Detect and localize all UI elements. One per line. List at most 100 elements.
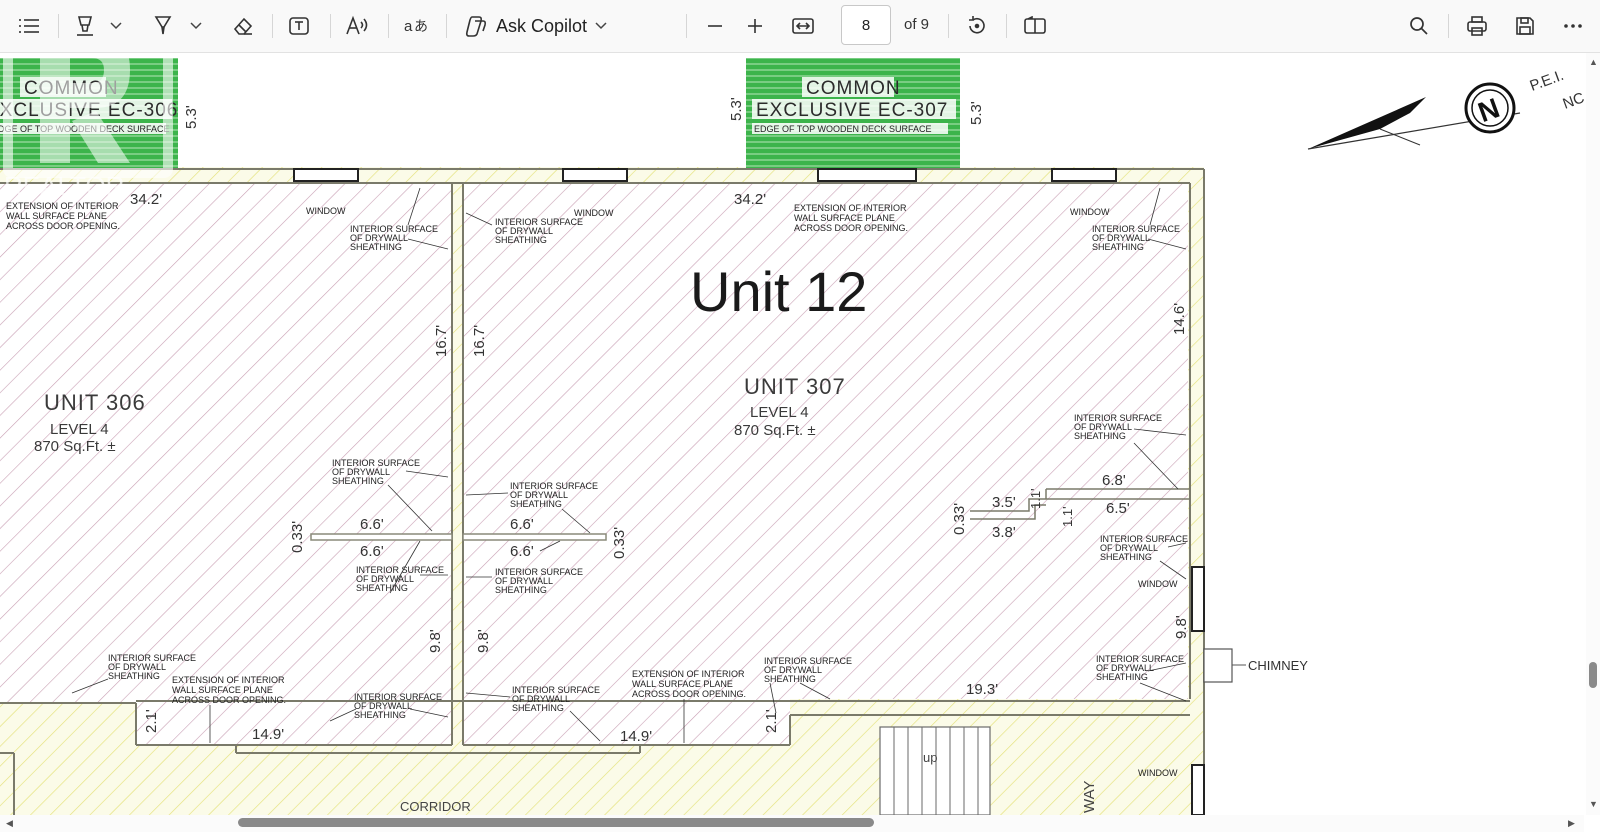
svg-text:EXTENSION OF INTERIOR: EXTENSION OF INTERIOR <box>794 203 907 213</box>
scroll-down-arrow-icon[interactable]: ▼ <box>1589 799 1598 809</box>
window-label-5: WINDOW <box>1138 768 1178 778</box>
svg-text:SHEATHING: SHEATHING <box>1074 431 1126 441</box>
window-label-4: WINDOW <box>1138 579 1178 589</box>
ask-copilot-button[interactable]: Ask Copilot <box>464 10 607 42</box>
svg-text:SHEATHING: SHEATHING <box>495 235 547 245</box>
left-common-label: COMMON <box>24 78 119 99</box>
unit-307-level: LEVEL 4 <box>750 404 809 421</box>
unit-307-label: UNIT 307 <box>744 374 846 399</box>
save-icon[interactable] <box>1510 10 1540 42</box>
partial-dimension-top: 15 <box>60 53 74 56</box>
translate-icon[interactable]: aあ <box>400 10 432 42</box>
dim-34-2-left: 34.2' <box>130 191 162 208</box>
chimney-label: CHIMNEY <box>1248 658 1308 673</box>
highlight-icon[interactable] <box>70 10 100 42</box>
dim-2-1-mid: 2.1' <box>763 709 780 733</box>
svg-text:ACROSS DOOR OPENING.: ACROSS DOOR OPENING. <box>632 689 746 699</box>
zoom-in-icon[interactable] <box>740 10 770 42</box>
callout-ext-wall-left: EXTENSION OF INTERIOR WALL SURFACE PLANE… <box>6 201 120 231</box>
pei-label: P.E.I. <box>1528 67 1566 95</box>
dim-0-33-right: 0.33' <box>951 503 968 535</box>
svg-text:SHEATHING: SHEATHING <box>332 476 384 486</box>
mid-common-label: COMMON <box>806 78 901 99</box>
copilot-icon <box>465 16 487 37</box>
svg-text:ACROSS DOOR OPENING.: ACROSS DOOR OPENING. <box>794 223 908 233</box>
svg-text:SHEATHING: SHEATHING <box>764 674 816 684</box>
dim-5-3-left: 5.3' <box>183 105 200 129</box>
horizontal-scroll-thumb[interactable] <box>238 818 874 827</box>
scroll-left-arrow-icon[interactable]: ◀ <box>6 818 13 829</box>
dim-14-9-right: 14.9' <box>620 728 652 745</box>
dim-5-3-mid-right: 5.3' <box>968 101 985 125</box>
text-box-icon[interactable] <box>284 10 314 42</box>
read-aloud-icon[interactable] <box>342 10 372 42</box>
dim-3-5: 3.5' <box>992 494 1016 511</box>
floor-plan: CHIMNEY up COMMON EXCLUSIVE EC-306 COMMO… <box>0 53 1584 815</box>
highlight-options-chevron-icon[interactable] <box>110 10 122 42</box>
svg-text:SHEATHING: SHEATHING <box>512 703 564 713</box>
svg-text:EXTENSION OF INTERIOR: EXTENSION OF INTERIOR <box>632 669 745 679</box>
svg-text:SHEATHING: SHEATHING <box>1096 672 1148 682</box>
svg-text:ACROSS DOOR OPENING.: ACROSS DOOR OPENING. <box>6 221 120 231</box>
svg-text:SHEATHING: SHEATHING <box>495 585 547 595</box>
north-arrow: N P.E.I. NC <box>1307 67 1584 150</box>
dim-9-8-b: 9.8' <box>475 629 492 653</box>
dim-0-33-left: 0.33' <box>289 521 306 553</box>
svg-text:WALL SURFACE PLANE: WALL SURFACE PLANE <box>172 685 273 695</box>
north-partial-label: NC <box>1561 89 1584 112</box>
dim-34-2-mid: 34.2' <box>734 191 766 208</box>
scroll-up-arrow-icon[interactable]: ▲ <box>1589 57 1598 67</box>
toolbar: aあ Ask Copilot of 9 <box>0 0 1600 53</box>
dim-16-7-right: 16.7' <box>471 325 488 357</box>
svg-text:SHEATHING: SHEATHING <box>356 583 408 593</box>
window-label-3: WINDOW <box>1070 207 1110 217</box>
scroll-right-arrow-icon[interactable]: ▶ <box>1568 818 1575 829</box>
page-view-icon[interactable] <box>1020 10 1050 42</box>
svg-text:SHEATHING: SHEATHING <box>510 499 562 509</box>
mid-deck-edge-label: EDGE OF TOP WOODEN DECK SURFACE <box>754 124 932 134</box>
erase-icon[interactable] <box>228 10 258 42</box>
dim-6-6-b: 6.6' <box>510 516 534 533</box>
svg-text:ACROSS DOOR OPENING.: ACROSS DOOR OPENING. <box>172 695 286 705</box>
callout-ext-wall-bottom-left: EXTENSION OF INTERIOR WALL SURFACE PLANE… <box>172 675 286 705</box>
dim-6-8: 6.8' <box>1102 472 1126 489</box>
draw-icon[interactable] <box>148 10 178 42</box>
dim-3-8: 3.8' <box>992 524 1016 541</box>
contents-icon[interactable] <box>14 10 44 42</box>
dim-6-5: 6.5' <box>1106 500 1130 517</box>
zoom-out-icon[interactable] <box>700 10 730 42</box>
copilot-chevron-down-icon <box>595 22 607 30</box>
dim-0-33-mid: 0.33' <box>611 527 628 559</box>
dim-16-7-left: 16.7' <box>433 325 450 357</box>
unit-title: Unit 12 <box>690 260 867 323</box>
rotate-icon[interactable] <box>962 10 992 42</box>
more-options-icon[interactable] <box>1558 10 1588 42</box>
print-icon[interactable] <box>1462 10 1492 42</box>
unit-306-label: UNIT 306 <box>44 390 146 415</box>
dim-6-6-c: 6.6' <box>360 543 384 560</box>
dim-9-8-c: 9.8' <box>1173 615 1190 639</box>
document-viewer[interactable]: CHIMNEY up COMMON EXCLUSIVE EC-306 COMMO… <box>0 53 1584 815</box>
dim-9-8-a: 9.8' <box>427 629 444 653</box>
ask-copilot-label: Ask Copilot <box>496 15 588 36</box>
svg-text:あ: あ <box>414 18 428 34</box>
unit-306-level: LEVEL 4 <box>50 421 109 438</box>
fit-to-width-icon[interactable] <box>788 10 818 42</box>
page-count: of 9 <box>904 16 930 33</box>
vertical-scroll-thumb[interactable] <box>1589 662 1597 688</box>
svg-text:SHEATHING: SHEATHING <box>1092 242 1144 252</box>
svg-text:SHEATHING: SHEATHING <box>354 710 406 720</box>
svg-text:WALL SURFACE PLANE: WALL SURFACE PLANE <box>794 213 895 223</box>
dim-5-3-mid-left: 5.3' <box>728 97 745 121</box>
dim-19-3: 19.3' <box>966 681 998 698</box>
page-number-input[interactable] <box>841 5 891 45</box>
dim-2-1-left: 2.1' <box>143 709 160 733</box>
callout-ext-wall-bottom-mid: EXTENSION OF INTERIOR WALL SURFACE PLANE… <box>632 669 746 699</box>
svg-text:SHEATHING: SHEATHING <box>350 242 402 252</box>
vertical-scrollbar[interactable]: ▲ ▼ <box>1586 53 1600 815</box>
svg-text:WALL SURFACE PLANE: WALL SURFACE PLANE <box>6 211 107 221</box>
dim-6-6-a: 6.6' <box>360 516 384 533</box>
svg-text:SHEATHING: SHEATHING <box>1100 552 1152 562</box>
draw-options-chevron-icon[interactable] <box>190 10 202 42</box>
search-icon[interactable] <box>1404 10 1434 42</box>
